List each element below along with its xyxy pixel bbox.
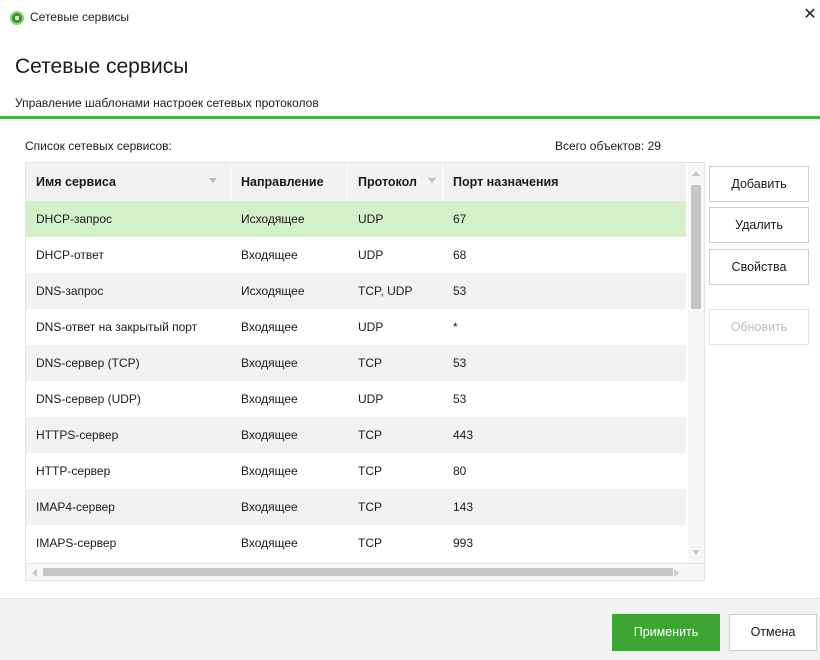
cell-service-name: HTTP-сервер [36,464,111,478]
cell-direction: Исходящее [241,284,305,298]
cell-port: 443 [453,428,474,442]
cell-protocol: TCP [358,428,382,442]
horizontal-scrollbar[interactable] [26,563,704,580]
vertical-scroll-thumb[interactable] [691,185,701,309]
list-label: Список сетевых сервисов: [25,139,172,153]
cell-service-name: IMAPS-сервер [36,536,117,550]
table-row[interactable]: DHCP-ответ Входящее UDP 68 [26,237,686,273]
refresh-button[interactable]: Обновить [709,309,809,345]
scroll-up-icon[interactable] [692,171,700,176]
cell-service-name: DHCP-запрос [36,212,113,226]
cell-protocol: UDP [358,212,384,226]
header-divider [0,116,820,119]
cell-service-name: DNS-ответ на закрытый порт [36,320,198,334]
table-row[interactable]: HTTP-сервер Входящее TCP 80 [26,453,686,489]
object-count: Всего объектов: 29 [555,139,661,153]
table-header: Имя сервиса Направление Протокол Порт на… [26,163,686,201]
cancel-button[interactable]: Отмена [729,614,817,651]
properties-button[interactable]: Свойства [709,249,809,285]
column-header-port-label: Порт назначения [453,175,559,189]
cell-service-name: DNS-сервер (UDP) [36,392,141,406]
table-row[interactable]: IMAP4-сервер Входящее TCP 143 [26,489,686,525]
cell-protocol: TCP [358,536,382,550]
title-bar: Сетевые сервисы ✕ [0,0,820,34]
cell-port: 53 [453,356,467,370]
cell-direction: Входящее [241,356,298,370]
cell-direction: Входящее [241,536,298,550]
sort-arrow-icon [209,178,217,183]
cell-direction: Входящее [241,392,298,406]
delete-button[interactable]: Удалить [709,207,809,243]
cell-direction: Входящее [241,320,298,334]
object-count-label: Всего объектов: [555,139,645,153]
cell-direction: Входящее [241,248,298,262]
column-header-direction[interactable]: Направление [231,163,348,201]
cell-service-name: DNS-запрос [36,284,104,298]
cell-protocol: UDP [358,320,384,334]
close-icon[interactable]: ✕ [802,5,818,25]
cell-direction: Исходящее [241,212,305,226]
column-header-port[interactable]: Порт назначения [443,163,686,201]
table-row[interactable]: DHCP-запрос Исходящее UDP 67 [26,201,686,237]
cell-port: 68 [453,248,467,262]
column-header-protocol[interactable]: Протокол [348,163,443,201]
cell-protocol: TCP [358,500,382,514]
cell-service-name: DNS-сервер (TCP) [36,356,140,370]
table-row[interactable]: DNS-запрос Исходящее TCP, UDP 53 [26,273,686,309]
cell-direction: Входящее [241,464,298,478]
cell-port: 67 [453,212,467,226]
scroll-right-icon[interactable] [674,569,679,577]
window-title: Сетевые сервисы [30,10,130,24]
cell-protocol: TCP [358,356,382,370]
cell-port: 80 [453,464,467,478]
cell-service-name: DHCP-ответ [36,248,104,262]
cell-port: 53 [453,392,467,406]
services-table[interactable]: Имя сервиса Направление Протокол Порт на… [25,162,705,581]
cell-port: 143 [453,500,474,514]
cell-direction: Входящее [241,428,298,442]
scroll-down-icon[interactable] [692,550,700,555]
cell-direction: Входящее [241,500,298,514]
column-header-name-label: Имя сервиса [36,175,116,189]
table-row[interactable]: DNS-сервер (TCP) Входящее TCP 53 [26,345,686,381]
sort-arrow-icon [428,178,436,183]
horizontal-scroll-thumb[interactable] [43,568,673,576]
cell-protocol: UDP [358,392,384,406]
table-row[interactable]: HTTPS-сервер Входящее TCP 443 [26,417,686,453]
cell-service-name: HTTPS-сервер [36,428,119,442]
cell-protocol: UDP [358,248,384,262]
table-row[interactable]: IMAPS-сервер Входящее TCP 993 [26,525,686,561]
cell-service-name: IMAP4-сервер [36,500,115,514]
cell-port: * [453,320,458,334]
scroll-left-icon[interactable] [32,569,37,577]
apply-button[interactable]: Применить [612,614,720,651]
column-header-direction-label: Направление [241,175,324,189]
vertical-scrollbar[interactable] [688,163,704,563]
cell-port: 53 [453,284,467,298]
cell-port: 993 [453,536,474,550]
table-row[interactable]: DNS-сервер (UDP) Входящее UDP 53 [26,381,686,417]
app-shield-icon [10,11,24,25]
cell-protocol: TCP, UDP [358,284,413,298]
object-count-value: 29 [647,139,661,153]
table-row[interactable]: DNS-ответ на закрытый порт Входящее UDP * [26,309,686,345]
column-header-protocol-label: Протокол [358,175,417,189]
add-button[interactable]: Добавить [709,166,809,202]
page-subtitle: Управление шаблонами настроек сетевых пр… [15,96,319,110]
column-header-name[interactable]: Имя сервиса [26,163,231,201]
cell-protocol: TCP [358,464,382,478]
page-title: Сетевые сервисы [15,55,189,78]
